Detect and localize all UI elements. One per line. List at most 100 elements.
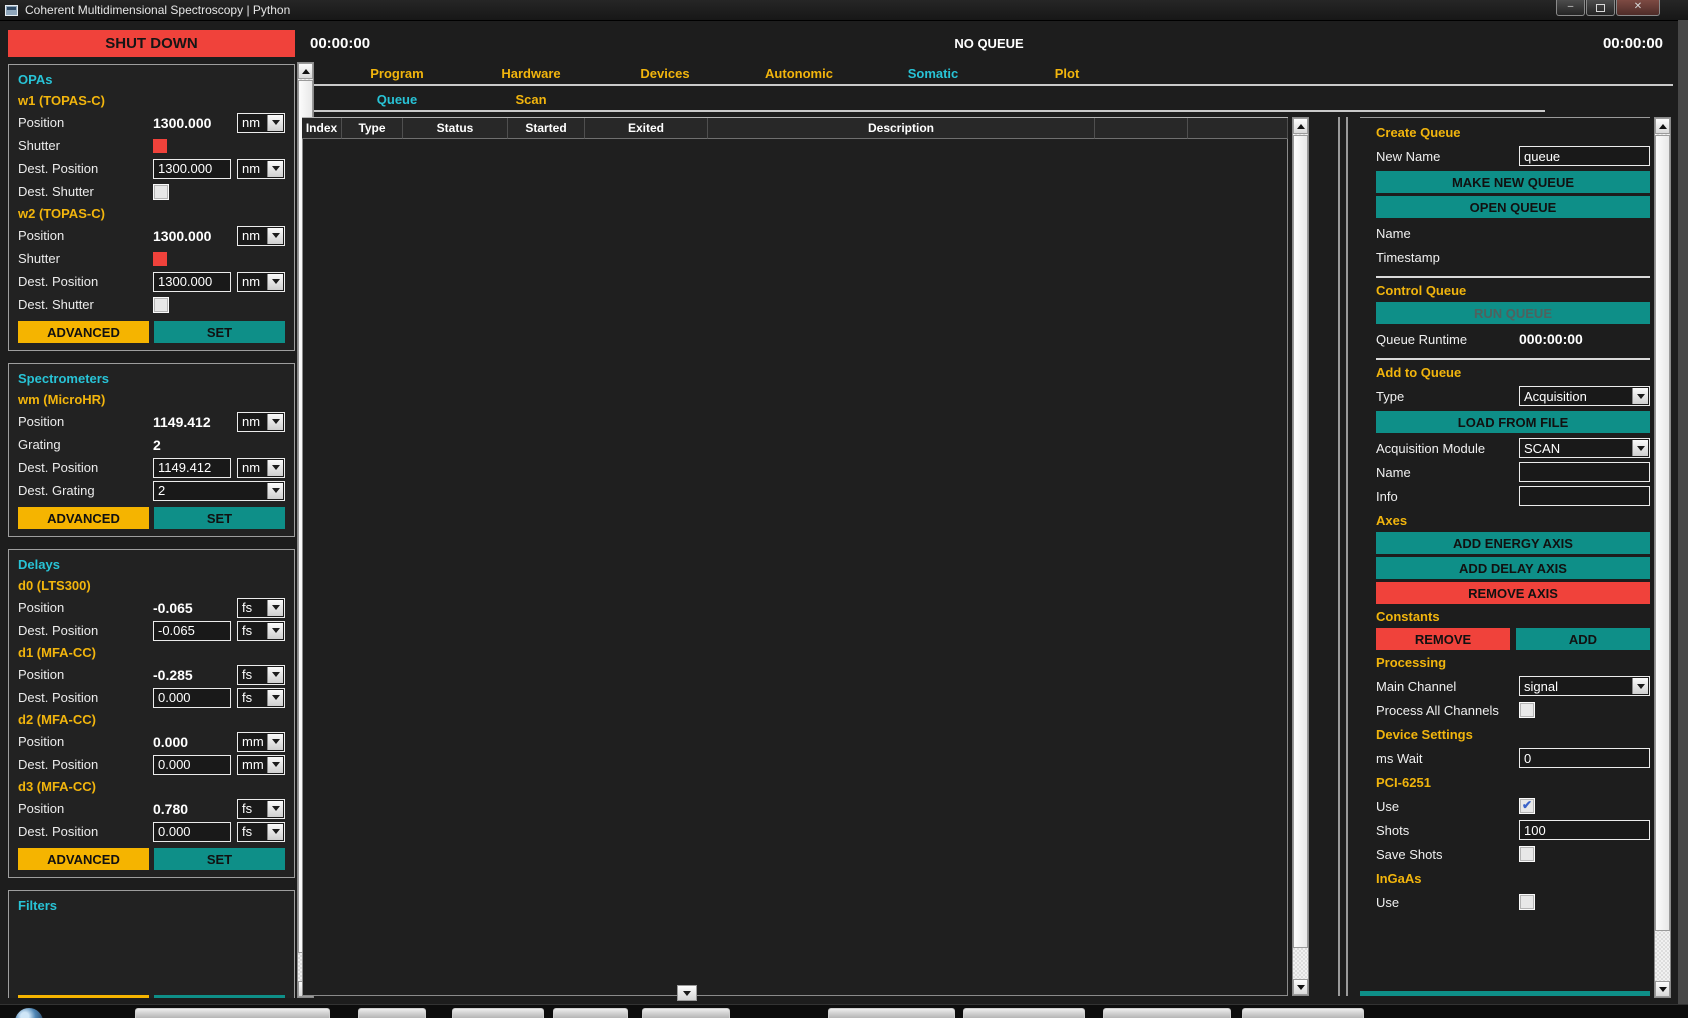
chevron-down-icon[interactable]	[267, 667, 283, 683]
name-input[interactable]	[1519, 462, 1650, 482]
spectrometers-advanced-button[interactable]: ADVANCED	[18, 507, 149, 529]
load-from-file-button[interactable]: LOAD FROM FILE	[1376, 411, 1650, 433]
add-button[interactable]: ADD	[1516, 628, 1650, 650]
d3-mfa-cc-dest-position-units-select[interactable]: fs	[237, 822, 285, 842]
wm-microhr-dest-position-input[interactable]	[153, 458, 231, 478]
chevron-down-icon[interactable]	[267, 734, 283, 750]
chevron-down-icon[interactable]	[267, 600, 283, 616]
chevron-down-icon[interactable]	[1632, 440, 1648, 456]
chevron-down-icon[interactable]	[267, 623, 283, 639]
chevron-down-icon[interactable]	[267, 824, 283, 840]
d2-mfa-cc-dest-position-input[interactable]	[153, 755, 231, 775]
chevron-down-icon[interactable]	[267, 161, 283, 177]
column-header-started[interactable]: Started	[508, 118, 585, 139]
info-input[interactable]	[1519, 486, 1650, 506]
scrollbar-thumb[interactable]	[1293, 135, 1308, 948]
chevron-down-icon[interactable]	[267, 115, 283, 131]
w1-topas-c-dest-position-units-select[interactable]: nm	[237, 159, 285, 179]
taskbar-button[interactable]	[963, 1008, 1085, 1018]
delays-set-button[interactable]: SET	[154, 848, 285, 870]
w2-topas-c-position-units-select[interactable]: nm	[237, 226, 285, 246]
column-header-exited[interactable]: Exited	[585, 118, 708, 139]
save-shots-checkbox[interactable]	[1519, 846, 1535, 862]
taskbar-button[interactable]	[828, 1008, 955, 1018]
scrollbar-down-button[interactable]	[1293, 979, 1308, 995]
w2-topas-c-dest-shutter-checkbox[interactable]	[153, 297, 169, 313]
subtab-scan[interactable]: Scan	[464, 89, 598, 110]
add-delay-axis-button[interactable]: ADD DELAY AXIS	[1376, 557, 1650, 579]
use-checkbox[interactable]	[1519, 894, 1535, 910]
scrollbar-up-button[interactable]	[298, 63, 313, 79]
w2-topas-c-dest-position-units-select[interactable]: nm	[237, 272, 285, 292]
taskbar-button[interactable]	[135, 1008, 330, 1018]
shots-input[interactable]	[1519, 820, 1650, 840]
column-header-blank[interactable]	[1188, 118, 1288, 139]
taskbar-button[interactable]	[642, 1008, 730, 1018]
chevron-down-icon[interactable]	[267, 690, 283, 706]
make-new-queue-button[interactable]: MAKE NEW QUEUE	[1376, 171, 1650, 193]
ms-wait-input[interactable]	[1519, 748, 1650, 768]
start-button[interactable]	[14, 1007, 44, 1018]
column-header-status[interactable]: Status	[403, 118, 508, 139]
w1-topas-c-position-units-select[interactable]: nm	[237, 113, 285, 133]
restore-icon[interactable]	[1586, 0, 1615, 16]
d0-lts300-dest-position-units-select[interactable]: fs	[237, 621, 285, 641]
chevron-down-icon[interactable]	[267, 228, 283, 244]
process-all-channels-checkbox[interactable]	[1519, 702, 1535, 718]
chevron-down-icon[interactable]	[267, 274, 283, 290]
scrollbar-up-button[interactable]	[1655, 118, 1670, 134]
spectrometers-set-button[interactable]: SET	[154, 507, 285, 529]
chevron-down-icon[interactable]	[267, 414, 283, 430]
column-header-type[interactable]: Type	[342, 118, 403, 139]
filters-set-button[interactable]: SET	[154, 995, 285, 998]
chevron-down-icon[interactable]	[267, 483, 283, 499]
opas-set-button[interactable]: SET	[154, 321, 285, 343]
d0-lts300-dest-position-input[interactable]	[153, 621, 231, 641]
tab-program[interactable]: Program	[330, 63, 464, 84]
d1-mfa-cc-position-units-select[interactable]: fs	[237, 665, 285, 685]
column-header-blank[interactable]	[1095, 118, 1188, 139]
tab-autonomic[interactable]: Autonomic	[732, 63, 866, 84]
chevron-down-icon[interactable]	[1632, 388, 1648, 404]
d1-mfa-cc-dest-position-input[interactable]	[153, 688, 231, 708]
main-channel-select[interactable]: signal	[1519, 676, 1650, 696]
scrollbar-up-button[interactable]	[1293, 118, 1308, 134]
type-select[interactable]: Acquisition	[1519, 386, 1650, 406]
close-icon[interactable]: ✕	[1616, 0, 1660, 16]
tab-plot[interactable]: Plot	[1000, 63, 1134, 84]
taskbar-button[interactable]	[1103, 1008, 1231, 1018]
w2-topas-c-dest-position-input[interactable]	[153, 272, 231, 292]
chevron-down-icon[interactable]	[1632, 678, 1648, 694]
new-name-input[interactable]	[1519, 146, 1650, 166]
wm-microhr-dest-position-units-select[interactable]: nm	[237, 458, 285, 478]
d2-mfa-cc-dest-position-units-select[interactable]: mm	[237, 755, 285, 775]
taskbar-button[interactable]	[553, 1008, 628, 1018]
tab-hardware[interactable]: Hardware	[464, 63, 598, 84]
run-queue-button[interactable]: RUN QUEUE	[1376, 302, 1650, 324]
d0-lts300-position-units-select[interactable]: fs	[237, 598, 285, 618]
w1-topas-c-dest-shutter-checkbox[interactable]	[153, 184, 169, 200]
d3-mfa-cc-dest-position-input[interactable]	[153, 822, 231, 842]
chevron-down-icon[interactable]	[267, 460, 283, 476]
open-queue-button[interactable]: OPEN QUEUE	[1376, 196, 1650, 218]
acquisition-module-select[interactable]: SCAN	[1519, 438, 1650, 458]
queue-table-scrollbar[interactable]	[1292, 117, 1309, 996]
taskbar-button[interactable]	[452, 1008, 544, 1018]
panel-splitter[interactable]	[1338, 117, 1348, 996]
d1-mfa-cc-dest-position-units-select[interactable]: fs	[237, 688, 285, 708]
remove-axis-button[interactable]: REMOVE AXIS	[1376, 582, 1650, 604]
w1-topas-c-dest-position-input[interactable]	[153, 159, 231, 179]
tab-devices[interactable]: Devices	[598, 63, 732, 84]
filters-advanced-button[interactable]: ADVANCED	[18, 995, 149, 998]
wm-microhr-position-units-select[interactable]: nm	[237, 412, 285, 432]
taskbar-button[interactable]	[1242, 1008, 1364, 1018]
right-panel-scrollbar[interactable]	[1654, 117, 1671, 998]
taskbar-button[interactable]	[358, 1008, 426, 1018]
chevron-down-icon[interactable]	[267, 757, 283, 773]
minimize-icon[interactable]: –	[1556, 0, 1585, 16]
column-header-index[interactable]: Index	[302, 118, 342, 139]
queue-table-body[interactable]	[302, 139, 1288, 996]
d2-mfa-cc-position-units-select[interactable]: mm	[237, 732, 285, 752]
chevron-down-icon[interactable]	[267, 801, 283, 817]
column-header-description[interactable]: Description	[708, 118, 1095, 139]
